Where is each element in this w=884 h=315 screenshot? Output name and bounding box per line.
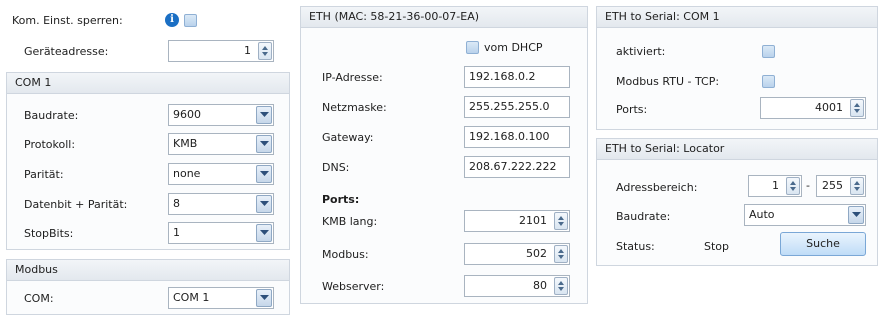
spinner-arrows-icon[interactable] bbox=[554, 245, 568, 263]
spinner-arrows-icon[interactable] bbox=[850, 177, 864, 195]
modbus-rtu-label: Modbus RTU - TCP: bbox=[616, 75, 720, 88]
modbus-title: Modbus bbox=[7, 260, 289, 281]
range-from-field[interactable]: 1 bbox=[748, 175, 802, 197]
dns-value: 208.67.222.222 bbox=[469, 160, 557, 173]
range-to-value: 255 bbox=[822, 179, 843, 192]
ip-label: IP-Adresse: bbox=[322, 71, 383, 84]
kmb-port-label: KMB lang: bbox=[322, 215, 378, 228]
modbus-com-label: COM: bbox=[24, 292, 54, 305]
gateway-field[interactable]: 192.168.0.100 bbox=[464, 126, 570, 148]
serial-enabled-checkbox[interactable] bbox=[762, 45, 775, 58]
kmb-port-field[interactable]: 2101 bbox=[464, 210, 570, 232]
netmask-value: 255.255.255.0 bbox=[469, 100, 550, 113]
stopbits-label: StopBits: bbox=[24, 227, 74, 240]
ip-value: 192.168.0.2 bbox=[469, 70, 536, 83]
webserver-port-label: Webserver: bbox=[322, 280, 385, 293]
status-label: Status: bbox=[616, 240, 655, 253]
spinner-arrows-icon[interactable] bbox=[786, 177, 800, 195]
serial-enabled-label: aktiviert: bbox=[616, 45, 666, 58]
chevron-down-icon[interactable] bbox=[256, 106, 272, 124]
protocol-label: Protokoll: bbox=[24, 138, 76, 151]
gateway-label: Gateway: bbox=[322, 131, 374, 144]
chevron-down-icon[interactable] bbox=[256, 165, 272, 183]
modbus-rtu-checkbox[interactable] bbox=[762, 75, 775, 88]
chevron-down-icon[interactable] bbox=[848, 206, 864, 224]
gateway-value: 192.168.0.100 bbox=[469, 130, 550, 143]
spinner-arrows-icon[interactable] bbox=[554, 212, 568, 230]
search-button[interactable]: Suche bbox=[780, 232, 866, 256]
dns-label: DNS: bbox=[322, 161, 350, 174]
status-value: Stop bbox=[704, 240, 730, 253]
locator-title: ETH to Serial: Locator bbox=[597, 139, 877, 160]
lock-settings-checkbox[interactable] bbox=[184, 14, 197, 27]
eth-title: ETH (MAC: 58-21-36-00-07-EA) bbox=[301, 7, 587, 28]
chevron-down-icon[interactable] bbox=[256, 135, 272, 153]
serial-title: ETH to Serial: COM 1 bbox=[597, 7, 877, 28]
modbus-port-label: Modbus: bbox=[322, 248, 369, 261]
protocol-value: KMB bbox=[173, 137, 198, 150]
device-address-field[interactable]: 1 bbox=[168, 40, 274, 62]
kmb-port-value: 2101 bbox=[519, 214, 547, 227]
serial-ports-label: Ports: bbox=[616, 103, 648, 116]
address-range-label: Adressbereich: bbox=[616, 181, 698, 194]
chevron-down-icon[interactable] bbox=[256, 195, 272, 213]
range-from-value: 1 bbox=[772, 179, 779, 192]
modbus-port-value: 502 bbox=[526, 247, 547, 260]
baudrate-label: Baudrate: bbox=[24, 109, 79, 122]
dhcp-label: vom DHCP bbox=[484, 41, 543, 54]
serial-ports-field[interactable]: 4001 bbox=[760, 97, 866, 119]
parity-value: none bbox=[173, 167, 201, 180]
serial-ports-value: 4001 bbox=[815, 101, 843, 114]
range-to-field[interactable]: 255 bbox=[816, 175, 866, 197]
webserver-port-field[interactable]: 80 bbox=[464, 275, 570, 297]
stopbits-select[interactable]: 1 bbox=[168, 222, 274, 244]
parity-select[interactable]: none bbox=[168, 163, 274, 185]
modbus-port-field[interactable]: 502 bbox=[464, 243, 570, 265]
ports-heading: Ports: bbox=[322, 193, 360, 206]
modbus-com-value: COM 1 bbox=[173, 291, 210, 304]
netmask-field[interactable]: 255.255.255.0 bbox=[464, 96, 570, 118]
dhcp-checkbox[interactable] bbox=[466, 41, 479, 54]
spinner-arrows-icon[interactable] bbox=[258, 42, 272, 60]
stopbits-value: 1 bbox=[173, 226, 180, 239]
range-separator: - bbox=[806, 179, 810, 192]
netmask-label: Netzmaske: bbox=[322, 101, 387, 114]
databits-value: 8 bbox=[173, 197, 180, 210]
dns-field[interactable]: 208.67.222.222 bbox=[464, 156, 570, 178]
locator-baud-value: Auto bbox=[749, 208, 775, 221]
com1-title: COM 1 bbox=[7, 73, 289, 94]
ip-field[interactable]: 192.168.0.2 bbox=[464, 66, 570, 88]
locator-baud-select[interactable]: Auto bbox=[744, 204, 866, 226]
baudrate-value: 9600 bbox=[173, 108, 201, 121]
chevron-down-icon[interactable] bbox=[256, 289, 272, 307]
spinner-arrows-icon[interactable] bbox=[554, 277, 568, 295]
lock-settings-label: Kom. Einst. sperren: bbox=[12, 14, 123, 27]
modbus-com-select[interactable]: COM 1 bbox=[168, 287, 274, 309]
databits-label: Datenbit + Parität: bbox=[24, 198, 128, 211]
parity-label: Parität: bbox=[24, 168, 64, 181]
spinner-arrows-icon[interactable] bbox=[850, 99, 864, 117]
locator-baud-label: Baudrate: bbox=[616, 210, 671, 223]
device-address-label: Geräteadresse: bbox=[24, 45, 109, 58]
webserver-port-value: 80 bbox=[533, 279, 547, 292]
databits-select[interactable]: 8 bbox=[168, 193, 274, 215]
info-icon[interactable]: i bbox=[165, 13, 179, 27]
chevron-down-icon[interactable] bbox=[256, 224, 272, 242]
baudrate-select[interactable]: 9600 bbox=[168, 104, 274, 126]
protocol-select[interactable]: KMB bbox=[168, 133, 274, 155]
device-address-value: 1 bbox=[244, 44, 251, 57]
